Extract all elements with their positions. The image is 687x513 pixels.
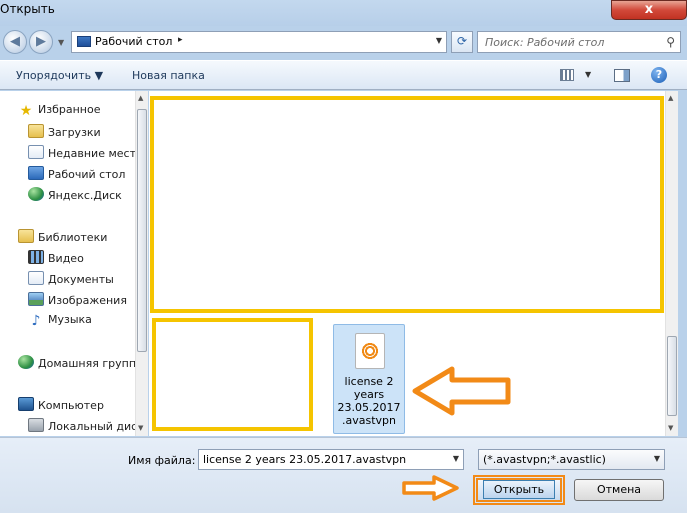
scroll-thumb[interactable] xyxy=(137,109,147,352)
refresh-button[interactable]: ⟳ xyxy=(451,31,473,53)
yandex-disk-icon xyxy=(28,187,44,201)
close-button[interactable]: x xyxy=(611,0,687,20)
music-icon: ♪ xyxy=(31,313,41,329)
address-location[interactable]: Рабочий стол xyxy=(95,35,172,48)
filename-value[interactable]: license 2 years 23.05.2017.avastvpn xyxy=(203,453,406,466)
organize-button[interactable]: Упорядочить ▼ xyxy=(16,69,103,82)
star-icon: ★ xyxy=(19,103,33,119)
documents-icon xyxy=(28,271,44,285)
sidebar-item-local-disk[interactable]: Локальный диск xyxy=(28,418,144,436)
sidebar-item-pictures[interactable]: Изображения xyxy=(28,292,127,310)
downloads-folder-icon xyxy=(28,124,44,138)
pictures-icon xyxy=(28,292,44,306)
open-button[interactable]: Открыть xyxy=(473,475,565,505)
cancel-button[interactable]: Отмена xyxy=(574,479,664,501)
local-disk-icon xyxy=(28,418,44,432)
scroll-down-icon[interactable]: ▼ xyxy=(138,424,143,432)
open-button-label[interactable]: Открыть xyxy=(482,480,556,499)
forward-arrow-icon: ▶ xyxy=(36,34,46,49)
refresh-icon: ⟳ xyxy=(456,34,468,48)
scroll-up-icon[interactable]: ▲ xyxy=(138,94,143,102)
sidebar-item-video[interactable]: Видео xyxy=(28,250,84,268)
help-icon[interactable]: ? xyxy=(651,67,667,83)
filetype-select[interactable]: (*.avastvpn;*.avastlic) ▼ xyxy=(478,449,665,470)
avast-license-file-icon xyxy=(355,333,385,369)
search-input[interactable]: Поиск: Рабочий стол ⚲ xyxy=(477,31,681,53)
new-folder-button[interactable]: Новая папка xyxy=(132,69,205,82)
homegroup-icon xyxy=(18,355,34,369)
sidebar-item-recent-places[interactable]: Недавние места xyxy=(28,145,143,163)
file-name-label: license 2 years 23.05.2017.avastvpn xyxy=(337,375,401,427)
annotation-arrow-icon xyxy=(402,475,459,501)
file-item-selected[interactable]: license 2 years 23.05.2017.avastvpn xyxy=(333,324,405,434)
sidebar-item-computer[interactable]: Компьютер xyxy=(18,397,104,415)
back-arrow-icon: ◀ xyxy=(10,34,20,49)
filename-field[interactable]: license 2 years 23.05.2017.avastvpn ▼ xyxy=(198,449,464,470)
command-toolbar: Упорядочить ▼ Новая папка ▼ ? xyxy=(0,60,687,90)
address-dropdown-icon[interactable]: ▼ xyxy=(436,36,442,45)
window-title: Открыть xyxy=(0,2,55,16)
history-dropdown-icon[interactable]: ▼ xyxy=(58,38,66,47)
file-list-pane: license 2 years 23.05.2017.avastvpn xyxy=(149,91,665,436)
navigation-pane: ★ Избранное Загрузки Недавние места Рабоч… xyxy=(0,91,148,436)
back-button[interactable]: ◀ xyxy=(3,30,27,54)
file-list-scrollbar[interactable]: ▲ ▼ xyxy=(665,91,678,436)
scroll-up-icon[interactable]: ▲ xyxy=(668,94,673,102)
filetype-dropdown-icon[interactable]: ▼ xyxy=(654,454,660,463)
desktop-icon xyxy=(28,166,44,180)
redacted-area xyxy=(150,96,664,313)
sidebar-item-libraries[interactable]: Библиотеки xyxy=(18,229,107,247)
sidebar-item-favorites[interactable]: ★ Избранное xyxy=(18,103,101,121)
sidebar-item-desktop[interactable]: Рабочий стол xyxy=(28,166,125,184)
filetype-value[interactable]: (*.avastvpn;*.avastlic) xyxy=(483,453,606,466)
search-placeholder: Поиск: Рабочий стол xyxy=(485,36,605,49)
title-bar: Открыть x xyxy=(0,0,687,26)
video-icon xyxy=(28,250,44,264)
libraries-icon xyxy=(18,229,34,243)
navigation-scrollbar[interactable]: ▲ ▼ xyxy=(135,91,148,436)
sidebar-item-downloads[interactable]: Загрузки xyxy=(28,124,101,142)
sidebar-item-homegroup[interactable]: Домашняя группа xyxy=(18,355,143,373)
view-dropdown-icon[interactable]: ▼ xyxy=(585,70,591,79)
scroll-thumb[interactable] xyxy=(667,336,677,416)
scroll-down-icon[interactable]: ▼ xyxy=(668,424,673,432)
filename-dropdown-icon[interactable]: ▼ xyxy=(453,454,459,463)
filename-label: Имя файла: xyxy=(128,454,196,467)
address-bar[interactable]: Рабочий стол ▸ ▼ xyxy=(71,31,447,53)
search-icon: ⚲ xyxy=(666,35,675,49)
redacted-area xyxy=(152,318,313,431)
sidebar-item-documents[interactable]: Документы xyxy=(28,271,114,289)
breadcrumb-arrow-icon[interactable]: ▸ xyxy=(178,35,183,45)
recent-places-icon xyxy=(28,145,44,159)
desktop-location-icon xyxy=(77,36,91,47)
sidebar-item-yandex-disk[interactable]: Яндекс.Диск xyxy=(28,187,122,205)
annotation-arrow-icon xyxy=(412,366,511,416)
forward-button[interactable]: ▶ xyxy=(29,30,53,54)
dialog-footer: Имя файла: license 2 years 23.05.2017.av… xyxy=(0,437,687,513)
preview-pane-icon[interactable] xyxy=(614,69,630,82)
view-options-icon[interactable] xyxy=(560,69,574,81)
sidebar-item-music[interactable]: ♪ Музыка xyxy=(28,313,92,331)
computer-icon xyxy=(18,397,34,411)
